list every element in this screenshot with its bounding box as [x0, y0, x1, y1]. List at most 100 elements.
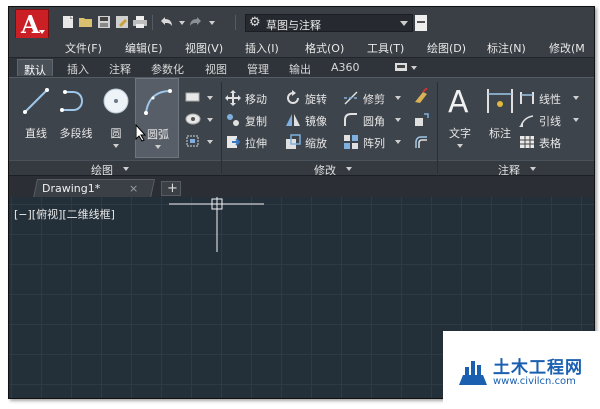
array-icon	[344, 135, 358, 149]
menu-edit[interactable]: 编辑(E)	[125, 40, 163, 56]
ribbon-tab-bar: 默认 插入 注释 参数化 视图 管理 输出 A360	[9, 57, 594, 78]
trim-dropdown-icon[interactable]	[395, 96, 401, 100]
chevron-down-icon	[530, 167, 536, 171]
rectangle-icon[interactable]	[185, 90, 201, 104]
watermark-url: www.civilcn.com	[493, 376, 576, 387]
text-tool-button[interactable]: A 文字	[441, 78, 479, 158]
stretch-icon	[227, 136, 241, 148]
svg-text:A: A	[448, 85, 469, 116]
circle-dropdown-icon[interactable]	[113, 144, 119, 148]
linear-dropdown-icon[interactable]	[573, 96, 579, 100]
tab-annotate[interactable]: 注释	[109, 61, 131, 77]
redo-icon[interactable]	[189, 16, 203, 28]
leader-icon	[519, 115, 534, 127]
redo-dropdown-icon[interactable]	[209, 21, 215, 25]
text-icon: A	[448, 85, 469, 116]
text-dropdown-icon[interactable]	[457, 144, 463, 148]
chevron-down-icon	[123, 167, 129, 171]
move-icon	[225, 90, 241, 106]
offset-icon[interactable]	[413, 134, 429, 150]
array-label: 阵列	[363, 137, 385, 150]
tab-parametric[interactable]: 参数化	[151, 61, 184, 77]
menu-view[interactable]: 视图(V)	[185, 40, 223, 56]
scale-label: 缩放	[305, 137, 327, 150]
new-drawing-tab-button[interactable]: +	[161, 181, 181, 196]
dimension-tool-label: 标注	[489, 127, 511, 140]
erase-icon[interactable]	[413, 88, 429, 104]
trim-label: 修剪	[363, 93, 385, 106]
table-label: 表格	[539, 137, 561, 150]
tab-default[interactable]: 默认	[17, 59, 53, 77]
fillet-dropdown-icon[interactable]	[395, 118, 401, 122]
tab-view[interactable]: 视图	[205, 61, 227, 77]
dimension-tool-button[interactable]: 标注	[481, 78, 519, 158]
undo-dropdown-icon[interactable]	[179, 21, 185, 25]
rectangle-dropdown-icon[interactable]	[207, 96, 213, 100]
leader-label: 引线	[539, 115, 561, 128]
menu-file[interactable]: 文件(F)	[65, 40, 102, 56]
close-icon[interactable]: ×	[129, 182, 138, 195]
tab-output[interactable]: 输出	[289, 61, 311, 77]
document-tab-bar: Drawing1* × +	[9, 175, 594, 198]
menu-modify[interactable]: 修改(M	[549, 40, 585, 56]
toolbar-divider	[235, 15, 236, 30]
mouse-cursor-icon	[135, 124, 147, 142]
trim-icon	[344, 91, 358, 105]
new-file-icon[interactable]	[61, 16, 75, 28]
mirror-icon	[286, 114, 300, 126]
circle-icon	[103, 88, 129, 114]
hatch-icon[interactable]	[185, 112, 201, 126]
chevron-down-icon	[346, 167, 352, 171]
ribbon-panel: 直线 多段线 圆 圆弧 绘图 移动 复制 拉伸 旋转 镜像 缩放 修剪 圆角 阵…	[9, 77, 594, 177]
title-bar: A ⚙ 草图与注释	[9, 7, 594, 39]
hatch-dropdown-icon[interactable]	[207, 118, 213, 122]
customize-toolbar-button[interactable]	[415, 15, 427, 31]
menu-tools[interactable]: 工具(T)	[367, 40, 404, 56]
app-logo-letter: A	[21, 10, 40, 39]
chevron-down-icon	[39, 30, 45, 34]
crosshair-cursor-icon	[169, 197, 264, 252]
menu-dimension[interactable]: 标注(N)	[487, 40, 526, 56]
arc-dropdown-icon[interactable]	[155, 145, 161, 149]
table-icon	[520, 136, 534, 148]
menu-insert[interactable]: 插入(I)	[245, 40, 279, 56]
open-folder-icon[interactable]	[79, 16, 93, 28]
boundary-dropdown-icon[interactable]	[207, 140, 213, 144]
leader-dropdown-icon[interactable]	[573, 118, 579, 122]
drawing-tab-label: Drawing1*	[42, 182, 101, 195]
watermark: 土木工程网 www.civilcn.com	[443, 331, 600, 409]
polyline-tool-button[interactable]: 多段线	[55, 78, 97, 158]
copy-icon	[227, 114, 239, 126]
menu-format[interactable]: 格式(O)	[305, 40, 344, 56]
viewport-controls-label[interactable]: [−][俯视][二维线框]	[14, 206, 115, 222]
menu-draw[interactable]: 绘图(D)	[427, 40, 466, 56]
stretch-label: 拉伸	[245, 137, 267, 150]
undo-icon[interactable]	[159, 16, 173, 28]
move-label: 移动	[245, 93, 267, 106]
copy-label: 复制	[245, 115, 267, 128]
fillet-label: 圆角	[363, 115, 385, 128]
line-tool-button[interactable]: 直线	[17, 78, 55, 158]
fillet-icon	[344, 113, 357, 126]
tab-a360[interactable]: A360	[331, 61, 360, 74]
save-as-icon[interactable]	[115, 16, 129, 28]
tab-insert[interactable]: 插入	[67, 61, 89, 77]
print-icon[interactable]	[133, 16, 147, 28]
polyline-icon	[60, 90, 83, 112]
workspace-switcher[interactable]: ⚙ 草图与注释	[245, 14, 413, 32]
chevron-down-icon	[400, 21, 408, 26]
menu-bar: 文件(F) 编辑(E) 视图(V) 插入(I) 格式(O) 工具(T) 绘图(D…	[9, 38, 594, 57]
tab-manage[interactable]: 管理	[247, 61, 269, 77]
boundary-icon[interactable]	[185, 134, 201, 148]
circle-tool-button[interactable]: 圆	[97, 78, 135, 158]
plus-icon: +	[167, 181, 178, 196]
array-dropdown-icon[interactable]	[395, 140, 401, 144]
watermark-title: 土木工程网	[493, 358, 583, 378]
explode-icon[interactable]	[413, 112, 429, 128]
application-menu-button[interactable]: A	[15, 9, 49, 39]
save-icon[interactable]	[97, 16, 111, 28]
ribbon-display-toggle-icon[interactable]	[393, 61, 419, 74]
rotate-label: 旋转	[305, 93, 327, 106]
arc-tool-button[interactable]: 圆弧	[135, 78, 179, 158]
workspace-name: 草图与注释	[266, 19, 321, 32]
